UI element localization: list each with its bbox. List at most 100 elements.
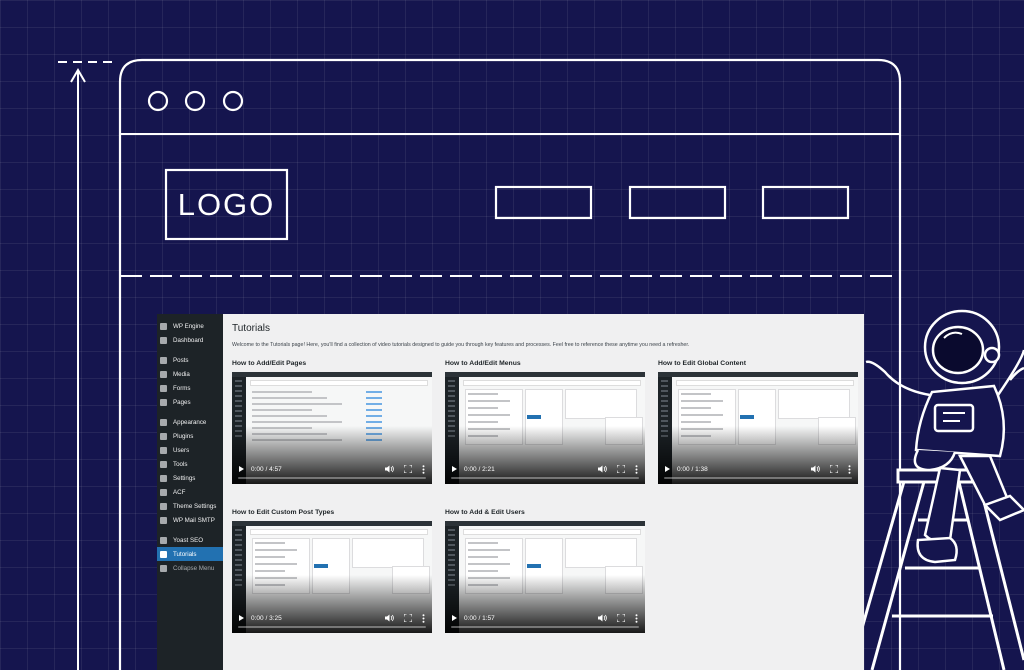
user-icon <box>160 446 167 454</box>
fullscreen-icon[interactable] <box>404 614 412 622</box>
volume-icon[interactable] <box>811 465 820 473</box>
sidebar-item-acf[interactable]: ACF <box>157 485 223 499</box>
sidebar-item-yoast-seo[interactable]: Yoast SEO <box>157 533 223 547</box>
tutorial-title: How to Edit Global Content <box>658 360 746 367</box>
video-player[interactable]: 0:00 / 4:57 <box>232 372 432 484</box>
play-icon[interactable] <box>452 466 457 472</box>
tutorial-title: How to Add/Edit Pages <box>232 360 307 367</box>
video-player[interactable]: 0:00 / 2:21 <box>445 372 645 484</box>
sidebar-item-theme-settings[interactable]: Theme Settings <box>157 499 223 513</box>
sidebar-item-appearance[interactable]: Appearance <box>157 415 223 429</box>
video-player[interactable]: 0:00 / 1:57 <box>445 521 645 633</box>
video-progress-bar[interactable] <box>238 477 426 479</box>
volume-icon[interactable] <box>598 465 607 473</box>
sidebar-item-label: Tools <box>173 460 188 468</box>
nav-placeholder-box <box>628 185 727 220</box>
sidebar-item-label: Theme Settings <box>173 502 217 510</box>
sidebar-item-label: Dashboard <box>173 336 204 344</box>
play-icon[interactable] <box>239 615 244 621</box>
sidebar-item-collapse-menu[interactable]: Collapse Menu <box>157 561 223 575</box>
wp-engine-icon <box>160 322 167 330</box>
admin-content: Tutorials Welcome to the Tutorials page!… <box>232 314 864 670</box>
pin-icon <box>160 356 167 364</box>
window-dot-icon <box>184 90 206 112</box>
dashboard-icon <box>160 336 167 344</box>
sidebar-item-label: Media <box>173 370 190 378</box>
sidebar-item-wp-mail-smtp[interactable]: WP Mail SMTP <box>157 513 223 527</box>
page-title: Tutorials <box>232 323 270 334</box>
wp-admin-screenshot: WP Engine Dashboard Posts Media Forms Pages Ap… <box>157 314 864 670</box>
astronaut-illustration <box>865 309 1024 564</box>
sidebar-item-label: Appearance <box>173 418 207 426</box>
sidebar-item-label: Posts <box>173 356 189 364</box>
volume-icon[interactable] <box>385 465 394 473</box>
sidebar-item-users[interactable]: Users <box>157 443 223 457</box>
play-icon[interactable] <box>239 466 244 472</box>
acf-icon <box>160 488 167 496</box>
sidebar-item-label: Yoast SEO <box>173 536 204 544</box>
video-time: 0:00 / 4:57 <box>251 465 282 473</box>
tutorial-card: How to Add/Edit Menus 0:00 / 2:21 <box>445 360 645 484</box>
window-dot-icon <box>147 90 169 112</box>
tutorial-title: How to Add & Edit Users <box>445 509 525 516</box>
tutorial-card: How to Edit Global Content 0:00 / 1:38 <box>658 360 858 484</box>
fullscreen-icon[interactable] <box>617 465 625 473</box>
sidebar-item-dashboard[interactable]: Dashboard <box>157 333 223 347</box>
plug-icon <box>160 432 167 440</box>
sidebar-item-label: Plugins <box>173 432 194 440</box>
settings-icon <box>160 474 167 482</box>
video-progress-bar[interactable] <box>238 626 426 628</box>
video-progress-bar[interactable] <box>451 626 639 628</box>
brush-icon <box>160 418 167 426</box>
sidebar-item-pages[interactable]: Pages <box>157 395 223 409</box>
sidebar-item-forms[interactable]: Forms <box>157 381 223 395</box>
sidebar-item-label: WP Mail SMTP <box>173 516 215 524</box>
sidebar-item-label: Users <box>173 446 190 454</box>
forms-icon <box>160 384 167 392</box>
video-time: 0:00 / 1:57 <box>464 614 495 622</box>
video-progress-bar[interactable] <box>664 477 852 479</box>
sidebar-item-label: ACF <box>173 488 186 496</box>
fullscreen-icon[interactable] <box>404 465 412 473</box>
yoast-icon <box>160 536 167 544</box>
nav-placeholder-box <box>494 185 593 220</box>
play-icon[interactable] <box>665 466 670 472</box>
more-options-icon[interactable] <box>422 464 425 474</box>
video-player[interactable]: 0:00 / 3:25 <box>232 521 432 633</box>
window-dot-icon <box>222 90 244 112</box>
play-icon[interactable] <box>452 615 457 621</box>
wrench-icon <box>160 460 167 468</box>
sidebar-item-settings[interactable]: Settings <box>157 471 223 485</box>
pages-icon <box>160 398 167 406</box>
mail-icon <box>160 516 167 524</box>
intro-text: Welcome to the Tutorials page! Here, you… <box>232 342 690 348</box>
video-time: 0:00 / 2:21 <box>464 465 495 473</box>
tutorial-title: How to Add/Edit Menus <box>445 360 521 367</box>
sidebar-item-wp-engine[interactable]: WP Engine <box>157 319 223 333</box>
video-player[interactable]: 0:00 / 1:38 <box>658 372 858 484</box>
fullscreen-icon[interactable] <box>617 614 625 622</box>
sidebar-item-label: Pages <box>173 398 191 406</box>
sidebar-item-media[interactable]: Media <box>157 367 223 381</box>
sidebar-item-plugins[interactable]: Plugins <box>157 429 223 443</box>
sidebar-item-posts[interactable]: Posts <box>157 353 223 367</box>
graduation-cap-icon <box>160 550 167 558</box>
sidebar-item-label: Collapse Menu <box>173 564 215 572</box>
volume-icon[interactable] <box>385 614 394 622</box>
sidebar-item-tools[interactable]: Tools <box>157 457 223 471</box>
more-options-icon[interactable] <box>635 464 638 474</box>
volume-icon[interactable] <box>598 614 607 622</box>
fullscreen-icon[interactable] <box>830 465 838 473</box>
more-options-icon[interactable] <box>422 613 425 623</box>
video-time: 0:00 / 1:38 <box>677 465 708 473</box>
more-options-icon[interactable] <box>635 613 638 623</box>
admin-sidebar: WP Engine Dashboard Posts Media Forms Pages Ap… <box>157 314 223 670</box>
gear-icon <box>160 502 167 510</box>
more-options-icon[interactable] <box>848 464 851 474</box>
tutorial-card: How to Add/Edit Pages 0:00 / 4:57 <box>232 360 432 484</box>
video-progress-bar[interactable] <box>451 477 639 479</box>
sidebar-item-tutorials[interactable]: Tutorials <box>157 547 223 561</box>
media-icon <box>160 370 167 378</box>
sidebar-item-label: Settings <box>173 474 196 482</box>
video-time: 0:00 / 3:25 <box>251 614 282 622</box>
